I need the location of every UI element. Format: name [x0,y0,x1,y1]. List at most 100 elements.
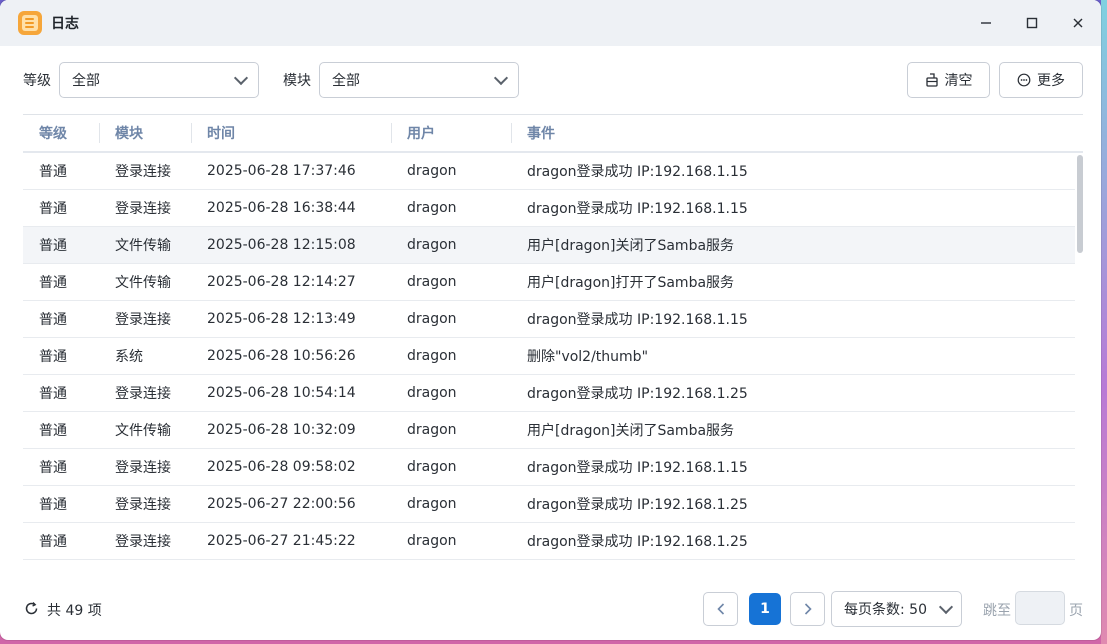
title-bar[interactable]: 日志 [0,0,1101,46]
cell-event: dragon登录成功 IP:192.168.1.15 [527,460,748,476]
cell-event: dragon登录成功 IP:192.168.1.25 [511,568,1075,570]
refresh-icon [25,601,37,614]
minimize-button[interactable] [963,0,1009,46]
page-number-current[interactable]: 1 [749,593,781,625]
table-row[interactable]: 普通 登录连接 2025-06-28 10:54:14 dragon dragon登录成… [23,375,1075,412]
cell-event: 删除"vol2/thumb" [527,349,649,365]
table-header: 等级 模块 时间 用户 事件 [23,115,1083,153]
next-page-button[interactable] [790,592,825,626]
cell-module: 文件传输 [115,275,171,291]
table-row[interactable]: 普通 文件传输 2025-06-28 12:14:27 dragon 用户[dragon… [23,264,1075,301]
table-row[interactable]: 普通 登录连接 2025-06-28 12:13:49 dragon dragon登录成… [23,301,1075,338]
cell-module: 登录连接 [115,201,171,217]
cell-user: dragon [407,274,457,290]
cell-level: 普通 [39,164,67,180]
cell-time: 2025-06-28 16:38:44 [207,200,356,216]
jump-page-input[interactable] [1015,591,1065,625]
cell-event: dragon登录成功 IP:192.168.1.25 [527,497,748,513]
module-select-value: 全部 [332,73,360,89]
cell-event: dragon登录成功 IP:192.168.1.25 [527,386,748,402]
level-select[interactable]: 全部 [59,62,259,98]
cell-time: 2025-06-28 09:58:02 [207,459,356,475]
cell-time: 2025-06-28 12:14:27 [207,274,356,290]
cell-time: 2025-06-28 10:54:14 [207,385,356,401]
cell-level: 普通 [39,201,67,217]
close-icon [1073,18,1083,28]
total-count: 共 49 项 [47,603,102,619]
minimize-icon [981,22,991,24]
clear-button[interactable]: 清空 [907,62,990,98]
log-app-icon [18,11,42,35]
jump-page-suffix: 页 [1069,603,1083,619]
table-row[interactable]: 普通 登录连接 2025-06-28 09:58:02 dragon dragon登录成… [23,449,1075,486]
column-header-module[interactable]: 模块 [99,115,191,151]
cell-time: 2025-06-28 12:13:49 [207,311,356,327]
column-header-event[interactable]: 事件 [511,115,1083,151]
table-row[interactable]: 普通 登录连接 2025-06-28 17:37:46 dragon dragon登录成… [23,153,1075,190]
clear-button-label: 清空 [944,73,973,89]
table-body: 普通 登录连接 2025-06-28 17:37:46 dragon dragon登录成… [23,153,1083,570]
level-select-value: 全部 [72,73,100,89]
cell-user: dragon [407,385,457,401]
cell-time: 2025-06-28 17:37:46 [207,163,356,179]
cell-event: 用户[dragon]关闭了Samba服务 [527,423,735,439]
close-button[interactable] [1055,0,1101,46]
cell-time: 2025-06-27 22:00:56 [207,496,356,512]
cell-user: dragon [407,163,457,179]
more-button[interactable]: 更多 [999,62,1083,98]
more-dots-icon [1017,73,1031,87]
broom-icon [925,73,938,87]
table-row[interactable]: 普通 登录连接 2025-06-27 22:00:56 dragon dragon登录成… [23,486,1075,523]
cell-module: 登录连接 [115,534,171,550]
cell-level: 普通 [39,275,67,291]
cell-module: 文件传输 [115,238,171,254]
desktop-background [1101,0,1107,644]
page-size-select[interactable]: 每页条数: 50 [831,591,962,627]
jump-to-label: 跳至 [983,603,1011,619]
table-scrollbar[interactable] [1077,155,1083,253]
pagination-footer: 共 49 项 1 每页条数: 50 跳至 页 [0,576,1101,640]
cell-time: 2025-06-27 21:45:22 [207,533,356,549]
cell-module: 登录连接 [115,164,171,180]
chevron-down-icon [233,70,249,85]
table-row[interactable]: 普通 登录连接 2025-06-27 21:45:22 dragon dragon登录成… [23,523,1075,560]
column-header-user[interactable]: 用户 [391,115,511,151]
column-header-time[interactable]: 时间 [191,115,391,151]
cell-level: 普通 [39,349,67,365]
module-filter-label: 模块 [283,73,311,89]
chevron-left-icon [716,603,724,615]
prev-page-button[interactable] [703,592,738,626]
cell-time: 2025-06-28 10:32:09 [207,422,356,438]
cell-user: dragon [407,496,457,512]
log-window: 日志 等级 全部 模块 全部 清空 更多 等级 模块 时间 用户 事件 普通 登… [0,0,1101,640]
table-row[interactable]: 普通 文件传输 2025-06-28 12:15:08 dragon 用户[dragon… [23,227,1075,264]
cell-module: 系统 [115,349,143,365]
cell-event: dragon登录成功 IP:192.168.1.25 [527,534,748,550]
chevron-right-icon [804,603,812,615]
chevron-down-icon [938,599,954,614]
column-header-level[interactable]: 等级 [23,115,99,151]
filter-toolbar: 等级 全部 模块 全部 清空 更多 [0,46,1101,114]
table-row[interactable]: 普通登录连接2025-06-27 21:44:37dragondragon登录成… [23,560,1075,570]
cell-level: 普通 [39,423,67,439]
more-button-label: 更多 [1037,73,1065,89]
cell-user: dragon [407,533,457,549]
cell-module: 登录连接 [99,568,191,570]
cell-user: dragon [407,200,457,216]
cell-time: 2025-06-28 12:15:08 [207,237,356,253]
refresh-button[interactable] [23,600,39,616]
module-select[interactable]: 全部 [319,62,519,98]
chevron-down-icon [493,70,509,85]
cell-event: dragon登录成功 IP:192.168.1.15 [527,312,748,328]
cell-module: 登录连接 [115,386,171,402]
cell-user: dragon [407,348,457,364]
table-row[interactable]: 普通 文件传输 2025-06-28 10:32:09 dragon 用户[dragon… [23,412,1075,449]
cell-event: dragon登录成功 IP:192.168.1.15 [527,164,748,180]
cell-level: 普通 [23,568,99,570]
table-row[interactable]: 普通 登录连接 2025-06-28 16:38:44 dragon dragon登录成… [23,190,1075,227]
cell-level: 普通 [39,386,67,402]
table-row[interactable]: 普通 系统 2025-06-28 10:56:26 dragon 删除"vol2/thu… [23,338,1075,375]
cell-time: 2025-06-28 10:56:26 [207,348,356,364]
cell-event: dragon登录成功 IP:192.168.1.15 [527,201,748,217]
maximize-button[interactable] [1009,0,1055,46]
